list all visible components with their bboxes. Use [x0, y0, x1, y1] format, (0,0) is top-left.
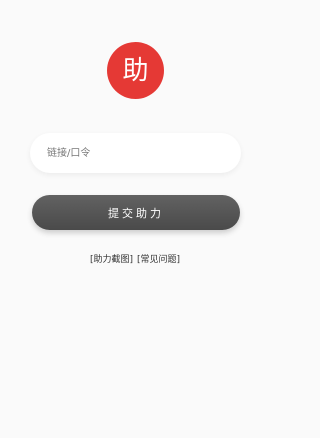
screenshot-link[interactable]: [助力截图] [90, 255, 133, 265]
faq-link[interactable]: [常见问题] [137, 255, 180, 265]
logo-glyph: 助 [122, 55, 149, 86]
submit-help-button[interactable]: 提交助力 [32, 195, 240, 230]
link-input-container [30, 133, 241, 173]
link-input[interactable] [30, 133, 241, 173]
footer-links: [助力截图] [常见问题] [0, 252, 270, 265]
app-logo: 助 [107, 42, 164, 99]
